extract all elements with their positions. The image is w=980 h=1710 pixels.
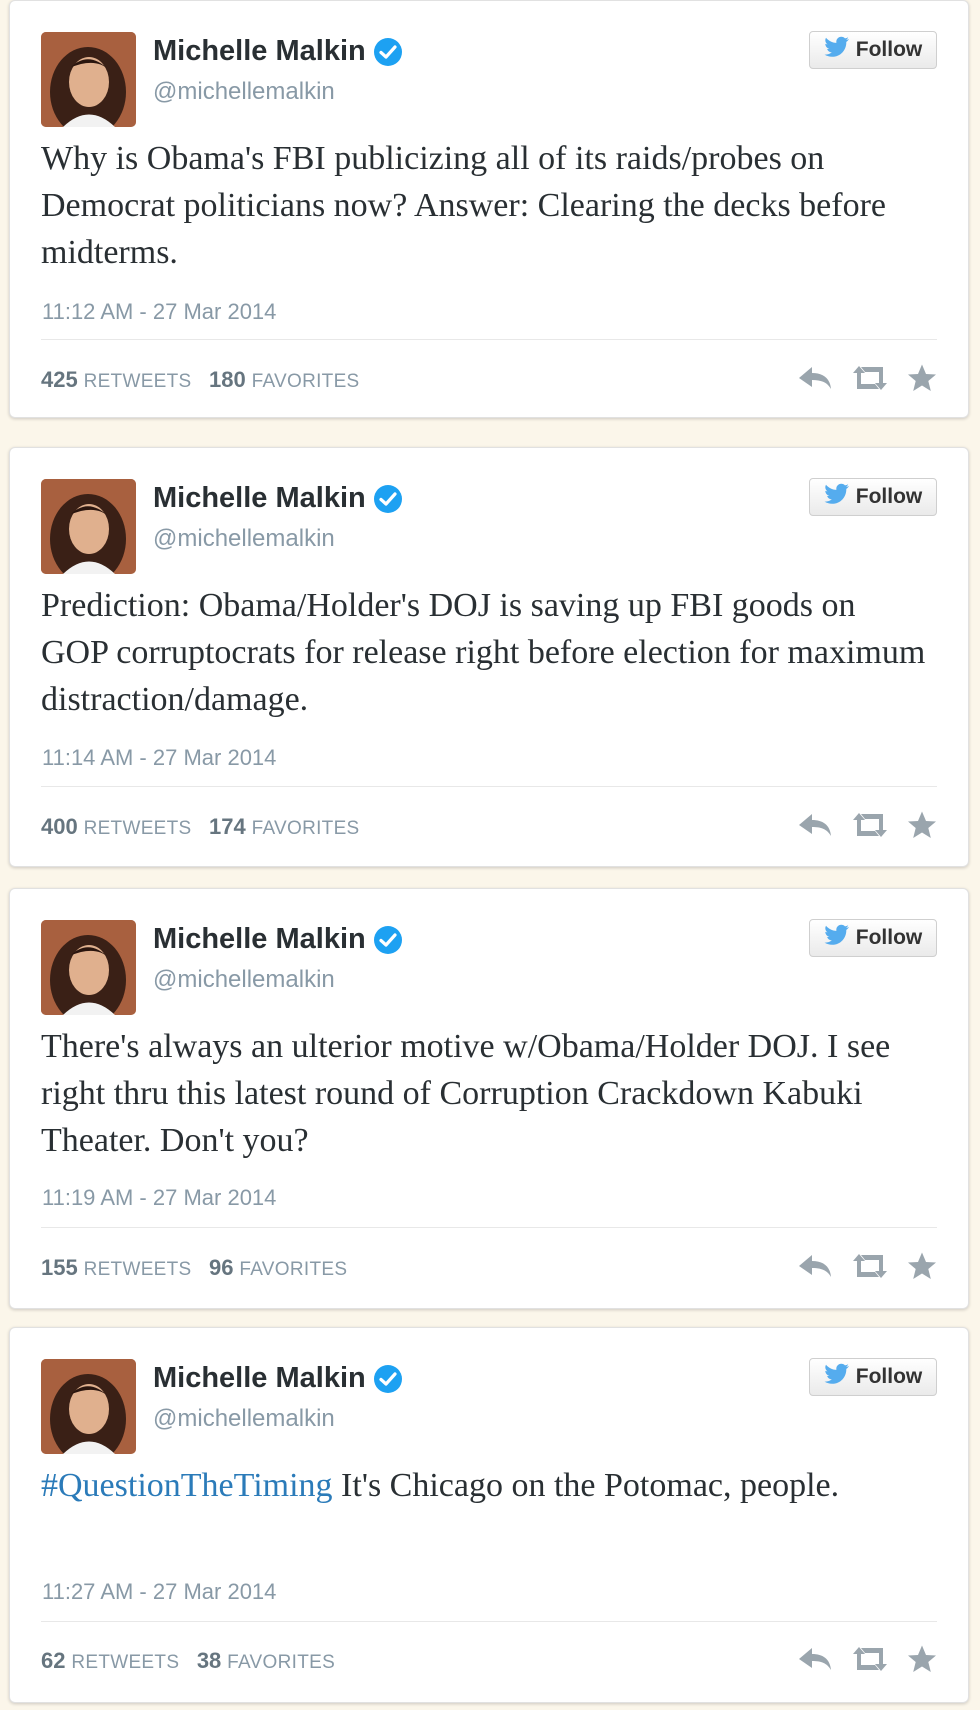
twitter-bird-icon — [824, 483, 856, 511]
tweet-actions — [797, 1644, 937, 1674]
follow-button[interactable]: Follow — [809, 1358, 937, 1396]
tweet-stats: 400 RETWEETS 174 FAVORITES — [41, 814, 360, 840]
tweet-actions — [797, 810, 937, 840]
avatar[interactable] — [41, 32, 136, 127]
retweet-icon[interactable] — [851, 364, 889, 392]
tweet-card: Michelle Malkin @michellemalkin Follow P… — [9, 447, 969, 867]
retweet-icon[interactable] — [851, 1645, 889, 1673]
follow-button[interactable]: Follow — [809, 478, 937, 516]
tweet-text: Why is Obama's FBI publicizing all of it… — [41, 135, 928, 276]
user-name-text[interactable]: Michelle Malkin — [153, 35, 366, 68]
retweet-count[interactable]: 425 — [41, 367, 78, 392]
user-name-text[interactable]: Michelle Malkin — [153, 482, 366, 515]
favorite-count[interactable]: 96 — [209, 1255, 233, 1280]
divider — [41, 339, 937, 340]
tweet-stats: 62 RETWEETS 38 FAVORITES — [41, 1648, 335, 1674]
retweet-icon[interactable] — [851, 1252, 889, 1280]
tweet-body: Why is Obama's FBI publicizing all of it… — [41, 140, 887, 271]
favorites-label[interactable]: FAVORITES — [239, 1259, 347, 1280]
tweet-actions — [797, 363, 937, 393]
favorite-star-icon[interactable] — [907, 1644, 937, 1674]
user-handle[interactable]: @michellemalkin — [153, 525, 335, 553]
user-name-text[interactable]: Michelle Malkin — [153, 923, 366, 956]
tweet-actions — [797, 1251, 937, 1281]
hashtag-link[interactable]: #QuestionTheTiming — [41, 1467, 333, 1504]
follow-label: Follow — [855, 1365, 923, 1388]
retweets-label[interactable]: RETWEETS — [84, 371, 192, 392]
user-name[interactable]: Michelle Malkin — [153, 1362, 403, 1395]
follow-button[interactable]: Follow — [809, 31, 937, 69]
favorites-label[interactable]: FAVORITES — [252, 818, 360, 839]
favorites-label[interactable]: FAVORITES — [227, 1652, 335, 1673]
reply-icon[interactable] — [797, 811, 833, 839]
verified-badge-icon — [373, 925, 403, 955]
tweet-card: Michelle Malkin @michellemalkin Follow W… — [9, 0, 969, 418]
reply-icon[interactable] — [797, 1252, 833, 1280]
tweet-body: It's Chicago on the Potomac, people. — [332, 1467, 840, 1504]
tweet-stats: 425 RETWEETS 180 FAVORITES — [41, 367, 360, 393]
user-name-text[interactable]: Michelle Malkin — [153, 1362, 366, 1395]
tweet-body: There's always an ulterior motive w/Obam… — [41, 1028, 891, 1159]
favorite-star-icon[interactable] — [907, 810, 937, 840]
follow-button[interactable]: Follow — [809, 919, 937, 957]
tweet-timestamp[interactable]: 11:12 AM - 27 Mar 2014 — [42, 299, 276, 325]
user-handle[interactable]: @michellemalkin — [153, 78, 335, 106]
retweet-icon[interactable] — [851, 811, 889, 839]
reply-icon[interactable] — [797, 364, 833, 392]
tweet-timestamp[interactable]: 11:27 AM - 27 Mar 2014 — [42, 1579, 276, 1605]
verified-badge-icon — [373, 484, 403, 514]
tweet-text: #QuestionTheTiming It's Chicago on the P… — [41, 1462, 928, 1509]
user-name[interactable]: Michelle Malkin — [153, 923, 403, 956]
tweet-body: Prediction: Obama/Holder's DOJ is saving… — [41, 587, 926, 718]
divider — [41, 1621, 937, 1622]
avatar[interactable] — [41, 479, 136, 574]
twitter-bird-icon — [824, 924, 856, 952]
follow-label: Follow — [855, 926, 923, 949]
favorite-count[interactable]: 38 — [197, 1648, 221, 1673]
retweet-count[interactable]: 400 — [41, 814, 78, 839]
favorite-star-icon[interactable] — [907, 363, 937, 393]
user-handle[interactable]: @michellemalkin — [153, 966, 335, 994]
tweet-text: There's always an ulterior motive w/Obam… — [41, 1023, 928, 1164]
retweet-count[interactable]: 155 — [41, 1255, 78, 1280]
favorite-star-icon[interactable] — [907, 1251, 937, 1281]
avatar[interactable] — [41, 1359, 136, 1454]
tweet-card: Michelle Malkin @michellemalkin Follow #… — [9, 1327, 969, 1703]
tweet-stats: 155 RETWEETS 96 FAVORITES — [41, 1255, 347, 1281]
user-handle[interactable]: @michellemalkin — [153, 1405, 335, 1433]
verified-badge-icon — [373, 37, 403, 67]
tweet-text: Prediction: Obama/Holder's DOJ is saving… — [41, 582, 928, 723]
verified-badge-icon — [373, 1364, 403, 1394]
retweet-count[interactable]: 62 — [41, 1648, 65, 1673]
user-name[interactable]: Michelle Malkin — [153, 35, 403, 68]
follow-label: Follow — [855, 485, 923, 508]
favorites-label[interactable]: FAVORITES — [252, 371, 360, 392]
user-name[interactable]: Michelle Malkin — [153, 482, 403, 515]
retweets-label[interactable]: RETWEETS — [71, 1652, 179, 1673]
tweet-timestamp[interactable]: 11:19 AM - 27 Mar 2014 — [42, 1185, 276, 1211]
reply-icon[interactable] — [797, 1645, 833, 1673]
tweet-card: Michelle Malkin @michellemalkin Follow T… — [9, 888, 969, 1309]
divider — [41, 786, 937, 787]
favorite-count[interactable]: 180 — [209, 367, 246, 392]
favorite-count[interactable]: 174 — [209, 814, 246, 839]
twitter-bird-icon — [824, 36, 856, 64]
tweet-timestamp[interactable]: 11:14 AM - 27 Mar 2014 — [42, 745, 276, 771]
divider — [41, 1227, 937, 1228]
retweets-label[interactable]: RETWEETS — [84, 1259, 192, 1280]
retweets-label[interactable]: RETWEETS — [84, 818, 192, 839]
follow-label: Follow — [855, 38, 923, 61]
twitter-bird-icon — [824, 1363, 856, 1391]
avatar[interactable] — [41, 920, 136, 1015]
